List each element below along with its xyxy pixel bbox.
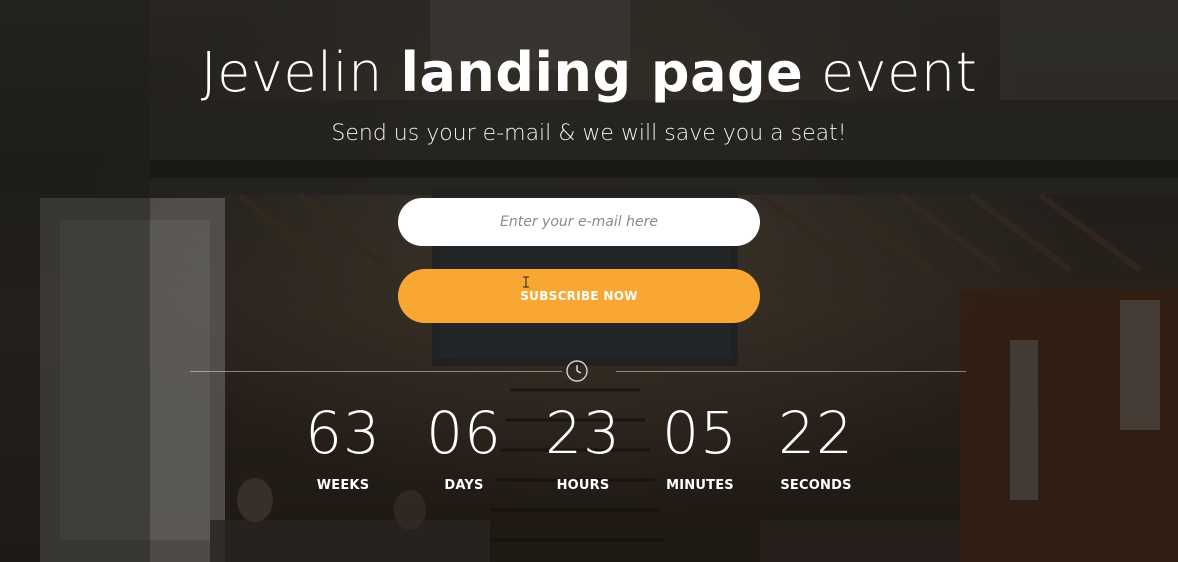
- divider-line-right: [616, 371, 966, 372]
- countdown-minutes: 05 MINUTES: [640, 400, 760, 493]
- page-subtitle: Send us your e-mail & we will save you a…: [331, 121, 847, 146]
- weeks-value: 63: [305, 399, 381, 467]
- divider-line-left: [190, 371, 562, 372]
- minutes-label: MINUTES: [666, 478, 734, 493]
- text-cursor-icon: [523, 276, 529, 288]
- hours-label: HOURS: [556, 478, 610, 493]
- countdown-weeks: 63 WEEKS: [283, 400, 403, 493]
- email-input[interactable]: [398, 198, 760, 246]
- title-bold: landing page: [400, 41, 804, 104]
- countdown-seconds: 22 SECONDS: [756, 400, 876, 493]
- countdown-hours: 23 HOURS: [523, 400, 643, 493]
- title-light-end: event: [803, 41, 978, 104]
- subscribe-button[interactable]: SUBSCRIBE NOW: [398, 269, 760, 323]
- page-title: Jevelin landing page event: [0, 38, 1178, 108]
- seconds-label: SECONDS: [780, 478, 852, 493]
- seconds-value: 22: [778, 399, 854, 467]
- countdown-timer: 63 WEEKS 06 DAYS 23 HOURS 05 MINUTES 22 …: [0, 400, 1178, 510]
- hours-value: 23: [545, 399, 621, 467]
- days-value: 06: [426, 399, 502, 467]
- days-label: DAYS: [444, 478, 484, 493]
- title-light-start: Jevelin: [200, 41, 401, 104]
- clock-icon: [566, 360, 588, 382]
- landing-page: Jevelin landing page event Send us your …: [0, 0, 1178, 562]
- minutes-value: 05: [662, 399, 738, 467]
- weeks-label: WEEKS: [316, 478, 370, 493]
- countdown-days: 06 DAYS: [404, 400, 524, 493]
